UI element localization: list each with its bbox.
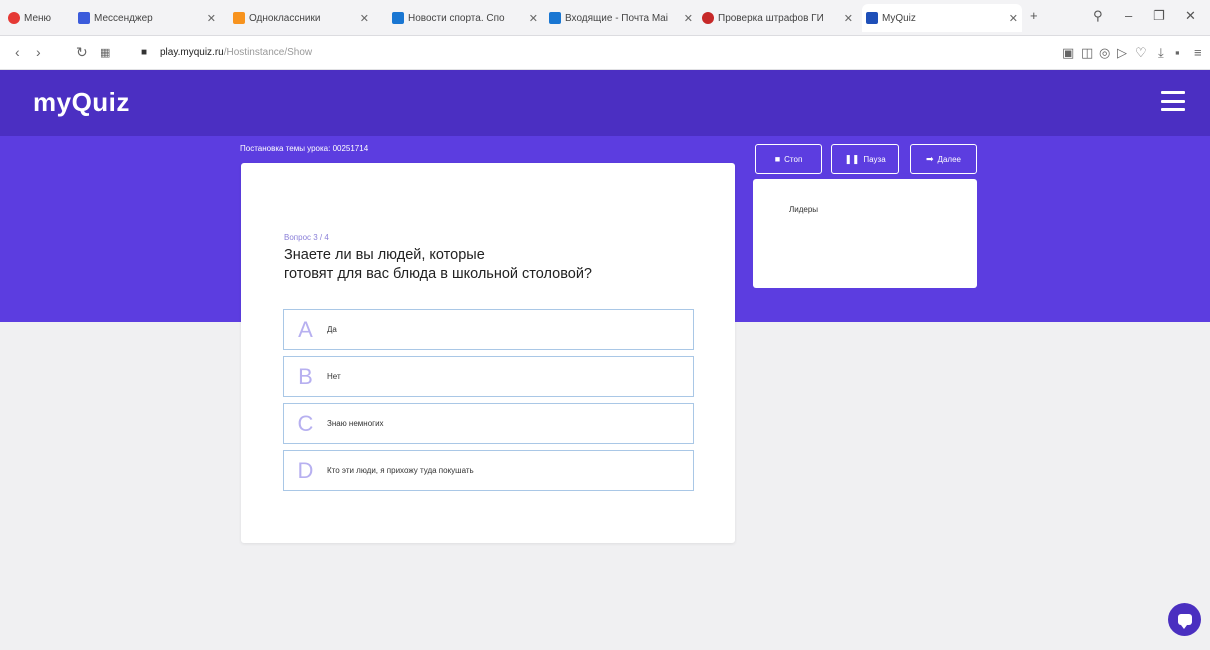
maximize-icon[interactable]: ❐ (1153, 8, 1165, 24)
opera-icon (8, 12, 20, 24)
leaders-panel: Лидеры (753, 179, 977, 288)
answer-letter: A (298, 316, 313, 342)
app-header: myQuiz (0, 70, 1210, 136)
play-icon[interactable]: ▷ (1117, 45, 1127, 61)
stop-button[interactable]: ■ Стоп (755, 144, 822, 174)
tab-messenger[interactable]: Мессенджер ✕ (78, 4, 220, 32)
back-icon[interactable]: ‹ (15, 44, 20, 60)
minimize-icon[interactable]: – (1125, 8, 1132, 23)
lock-icon: ■ (141, 47, 148, 58)
mail-icon (549, 12, 561, 24)
window-close-icon[interactable]: ✕ (1185, 8, 1196, 24)
tab-menu[interactable]: Меню (8, 4, 74, 32)
battery-icon[interactable]: ▪ (1175, 45, 1180, 60)
answer-letter: C (297, 410, 314, 436)
grid-icon[interactable]: ▦ (100, 46, 110, 59)
url-field[interactable]: play.myquiz.ru/Hostinstance/Show (160, 47, 312, 58)
hamburger-menu-icon[interactable] (1161, 91, 1185, 111)
tab-mail[interactable]: Входящие - Почта Mai ✕ (549, 4, 697, 32)
close-icon[interactable]: ✕ (529, 12, 538, 25)
snapshot-icon[interactable]: ▣ (1062, 45, 1074, 61)
pause-button[interactable]: ❚❚ Пауза (831, 144, 899, 174)
new-tab-icon[interactable]: + (1030, 8, 1038, 23)
heart-icon[interactable]: ♡ (1135, 45, 1147, 61)
answer-text: Кто эти люди, я прихожу туда покушать (327, 466, 474, 475)
answer-text: Нет (327, 372, 341, 381)
stop-icon: ■ (774, 154, 781, 164)
answer-option-c[interactable]: C Знаю немногих (283, 403, 694, 444)
search-icon[interactable]: ⚲ (1093, 8, 1103, 24)
next-arrow-icon: ➡ (926, 153, 934, 164)
close-icon[interactable]: ✕ (1009, 12, 1018, 25)
answer-option-a[interactable]: A Да (283, 309, 694, 350)
myquiz-icon (866, 12, 878, 24)
easy-setup-icon[interactable]: ≡ (1194, 45, 1202, 60)
close-icon[interactable]: ✕ (684, 12, 693, 25)
next-button[interactable]: ➡ Далее (910, 144, 977, 174)
wallet-icon[interactable]: ◫ (1081, 45, 1093, 61)
answer-text: Да (327, 325, 337, 334)
answer-text: Знаю немногих (327, 419, 384, 428)
tab-sport-news[interactable]: Новости спорта. Спо ✕ (392, 4, 542, 32)
close-icon[interactable]: ✕ (207, 12, 216, 25)
close-icon[interactable]: ✕ (360, 12, 369, 25)
question-text: Знаете ли вы людей, которые готовят для … (284, 247, 592, 282)
news-icon (392, 12, 404, 24)
download-icon[interactable]: ⤓ (1158, 45, 1164, 61)
answer-option-d[interactable]: D Кто эти люди, я прихожу туда покушать (283, 450, 694, 491)
address-bar: ‹ › ↻ ▦ ■ play.myquiz.ru/Hostinstance/Sh… (0, 36, 1210, 70)
messenger-icon (78, 12, 90, 24)
chat-bubble-icon (1177, 614, 1192, 629)
question-number: Вопрос 3 / 4 (284, 233, 329, 242)
close-icon[interactable]: ✕ (844, 12, 853, 25)
pause-icon: ❚❚ (844, 153, 860, 164)
answer-option-b[interactable]: B Нет (283, 356, 694, 397)
tab-odnoklassniki[interactable]: Одноклассники ✕ (233, 4, 373, 32)
odnoklassniki-icon (233, 12, 245, 24)
forward-icon[interactable]: › (36, 44, 41, 60)
reload-icon[interactable]: ↻ (76, 44, 88, 61)
lesson-title: Постановка темы урока: 00251714 (240, 144, 369, 153)
leaders-title: Лидеры (789, 205, 819, 214)
tab-fines[interactable]: Проверка штрафов ГИ ✕ (702, 4, 857, 32)
tab-myquiz[interactable]: MyQuiz ✕ (862, 4, 1022, 32)
answer-letter: B (298, 363, 313, 389)
browser-tab-bar: Меню Мессенджер ✕ Одноклассники ✕ Новост… (0, 0, 1210, 36)
vpn-icon[interactable]: ◎ (1099, 45, 1110, 61)
answer-letter: D (297, 457, 314, 483)
chat-button[interactable] (1168, 603, 1201, 636)
fines-icon (702, 12, 714, 24)
question-card: Вопрос 3 / 4 Знаете ли вы людей, которые… (241, 163, 735, 543)
myquiz-logo[interactable]: myQuiz (33, 87, 130, 118)
